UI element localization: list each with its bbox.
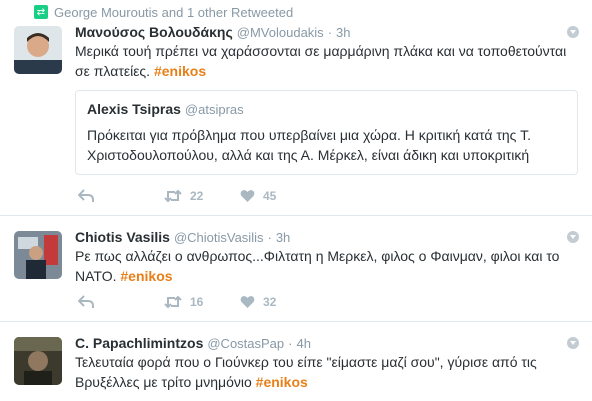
separator: ·	[327, 25, 333, 40]
quoted-tweet-header: Alexis Tsipras @atsipras	[87, 101, 244, 117]
reply-icon	[78, 189, 94, 202]
retweet-icon: ⇄	[34, 5, 48, 19]
screen-name[interactable]: @ChiotisVasilis	[174, 229, 264, 247]
hashtag-link[interactable]: #enikos	[256, 374, 308, 390]
quoted-tweet-text: Πρόκειται για πρόβλημα που υπερβαίνει μι…	[87, 127, 531, 163]
tweet-divider	[0, 215, 592, 216]
hashtag-link[interactable]: #enikos	[120, 268, 172, 284]
timestamp[interactable]: 3h	[276, 229, 290, 247]
like-count: 45	[263, 189, 277, 203]
retweet-action-icon	[164, 295, 182, 309]
tweet-text-body: Μερικά τουή πρέπει να χαράσσονται σε μαρ…	[75, 43, 567, 79]
hashtag-link[interactable]: #enikos	[154, 63, 206, 79]
fullname[interactable]: C. Papachlimintzos	[75, 334, 203, 352]
separator: ·	[267, 230, 272, 245]
like-button[interactable]: 32	[240, 293, 276, 311]
retweet-button[interactable]: 16	[164, 293, 203, 311]
heart-icon	[240, 190, 255, 202]
like-count: 32	[263, 295, 277, 309]
like-button[interactable]: 45	[240, 187, 276, 205]
heart-icon	[240, 296, 255, 308]
screen-name[interactable]: @MVoloudakis	[237, 24, 324, 42]
more-options-icon[interactable]	[567, 337, 579, 349]
more-options-icon[interactable]	[567, 231, 579, 243]
retweet-count: 16	[190, 295, 204, 309]
reply-icon	[78, 295, 94, 308]
quoted-screen-name: @atsipras	[184, 102, 244, 117]
retweet-context: George Mouroutis and 1 other Retweeted	[54, 4, 293, 20]
tweet-text: Ρε πως αλλάζει ο ανθρωπος...Φιλτατη η Με…	[75, 246, 575, 286]
avatar[interactable]	[14, 231, 62, 279]
retweet-button[interactable]: 22	[164, 187, 203, 205]
separator: ·	[288, 336, 293, 351]
avatar[interactable]	[14, 337, 62, 385]
retweet-action-icon	[164, 189, 182, 203]
fullname[interactable]: Μανούσος Βολουδάκης	[75, 23, 233, 41]
retweet-count: 22	[190, 189, 204, 203]
screen-name[interactable]: @CostasPap	[207, 335, 284, 353]
tweet-divider	[0, 321, 592, 322]
retweet-context-label: George Mouroutis and 1 other Retweeted	[54, 4, 294, 20]
timestamp[interactable]: 4h	[297, 335, 311, 353]
reply-button[interactable]	[78, 187, 94, 205]
tweet-header: Chiotis Vasilis @ChiotisVasilis · 3h	[75, 228, 290, 247]
more-options-icon[interactable]	[567, 26, 579, 38]
fullname[interactable]: Chiotis Vasilis	[75, 228, 170, 246]
quoted-tweet[interactable]: Alexis Tsipras @atsipras Πρόκειται για πρ…	[75, 90, 578, 175]
quoted-fullname: Alexis Tsipras	[87, 101, 181, 117]
tweet-header: Μανούσος Βολουδάκης @MVoloudakis · 3h	[75, 23, 351, 42]
tweet-header: C. Papachlimintzos @CostasPap · 4h	[75, 334, 311, 353]
tweet-text: Τελευταία φορά που ο Γιούνκερ του είπε "…	[75, 352, 575, 392]
reply-button[interactable]	[78, 293, 94, 311]
tweet-text: Μερικά τουή πρέπει να χαράσσονται σε μαρ…	[75, 41, 575, 81]
avatar[interactable]	[14, 26, 62, 74]
timestamp[interactable]: 3h	[336, 24, 350, 42]
